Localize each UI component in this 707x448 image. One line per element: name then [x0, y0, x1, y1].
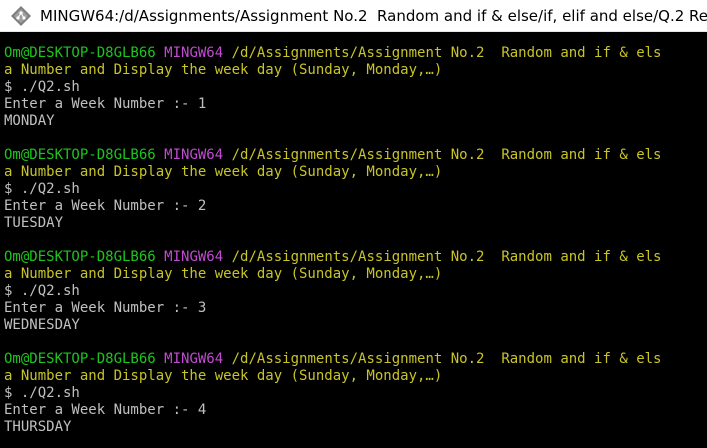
user-host: Om@DESKTOP-D8GLB66 — [4, 351, 156, 367]
session-block: Om@DESKTOP-D8GLB66 MINGW64 /d/Assignment… — [4, 147, 707, 232]
prompt-header-line: Om@DESKTOP-D8GLB66 MINGW64 /d/Assignment… — [4, 45, 707, 62]
shell-name: MINGW64 — [164, 351, 224, 367]
user-host: Om@DESKTOP-D8GLB66 — [4, 249, 156, 265]
cwd-path-continued: a Number and Display the week day (Sunda… — [4, 368, 443, 384]
output-line: TUESDAY — [4, 215, 64, 231]
cwd-path: /d/Assignments/Assignment No.2 Random an… — [231, 147, 662, 163]
prompt-header-line: Om@DESKTOP-D8GLB66 MINGW64 /d/Assignment… — [4, 351, 707, 368]
title-bar[interactable]: MINGW64:/d/Assignments/Assignment No.2 R… — [0, 0, 707, 32]
session-block: Om@DESKTOP-D8GLB66 MINGW64 /d/Assignment… — [4, 351, 707, 436]
command-line: $ ./Q2.sh — [4, 181, 80, 197]
prompt-header-line: Om@DESKTOP-D8GLB66 MINGW64 /d/Assignment… — [4, 147, 707, 164]
session-block: Om@DESKTOP-D8GLB66 MINGW64 /d/Assignment… — [4, 45, 707, 130]
window-title: MINGW64:/d/Assignments/Assignment No.2 R… — [40, 7, 707, 25]
command-line: $ ./Q2.sh — [4, 283, 80, 299]
cwd-path-continued: a Number and Display the week day (Sunda… — [4, 62, 443, 78]
output-line: THURSDAY — [4, 419, 72, 435]
shell-name: MINGW64 — [164, 45, 224, 61]
prompt-header-line: Om@DESKTOP-D8GLB66 MINGW64 /d/Assignment… — [4, 249, 707, 266]
command-line: $ ./Q2.sh — [4, 385, 80, 401]
cwd-path: /d/Assignments/Assignment No.2 Random an… — [231, 351, 662, 367]
cwd-path-continued: a Number and Display the week day (Sunda… — [4, 266, 443, 282]
shell-name: MINGW64 — [164, 147, 224, 163]
cwd-path: /d/Assignments/Assignment No.2 Random an… — [231, 249, 662, 265]
terminal-window: MINGW64:/d/Assignments/Assignment No.2 R… — [0, 0, 707, 448]
git-bash-icon — [11, 6, 31, 26]
shell-name: MINGW64 — [164, 249, 224, 265]
command-line: $ ./Q2.sh — [4, 79, 80, 95]
output-line: MONDAY — [4, 113, 55, 129]
input-prompt-line: Enter a Week Number :- 2 — [4, 198, 207, 214]
input-prompt-line: Enter a Week Number :- 4 — [4, 402, 207, 418]
cwd-path-continued: a Number and Display the week day (Sunda… — [4, 164, 443, 180]
output-line: WEDNESDAY — [4, 317, 80, 333]
session-block: Om@DESKTOP-D8GLB66 MINGW64 /d/Assignment… — [4, 249, 707, 334]
cwd-path: /d/Assignments/Assignment No.2 Random an… — [231, 45, 662, 61]
input-prompt-line: Enter a Week Number :- 3 — [4, 300, 207, 316]
user-host: Om@DESKTOP-D8GLB66 — [4, 45, 156, 61]
input-prompt-line: Enter a Week Number :- 1 — [4, 96, 207, 112]
terminal-output[interactable]: Om@DESKTOP-D8GLB66 MINGW64 /d/Assignment… — [4, 45, 707, 436]
user-host: Om@DESKTOP-D8GLB66 — [4, 147, 156, 163]
